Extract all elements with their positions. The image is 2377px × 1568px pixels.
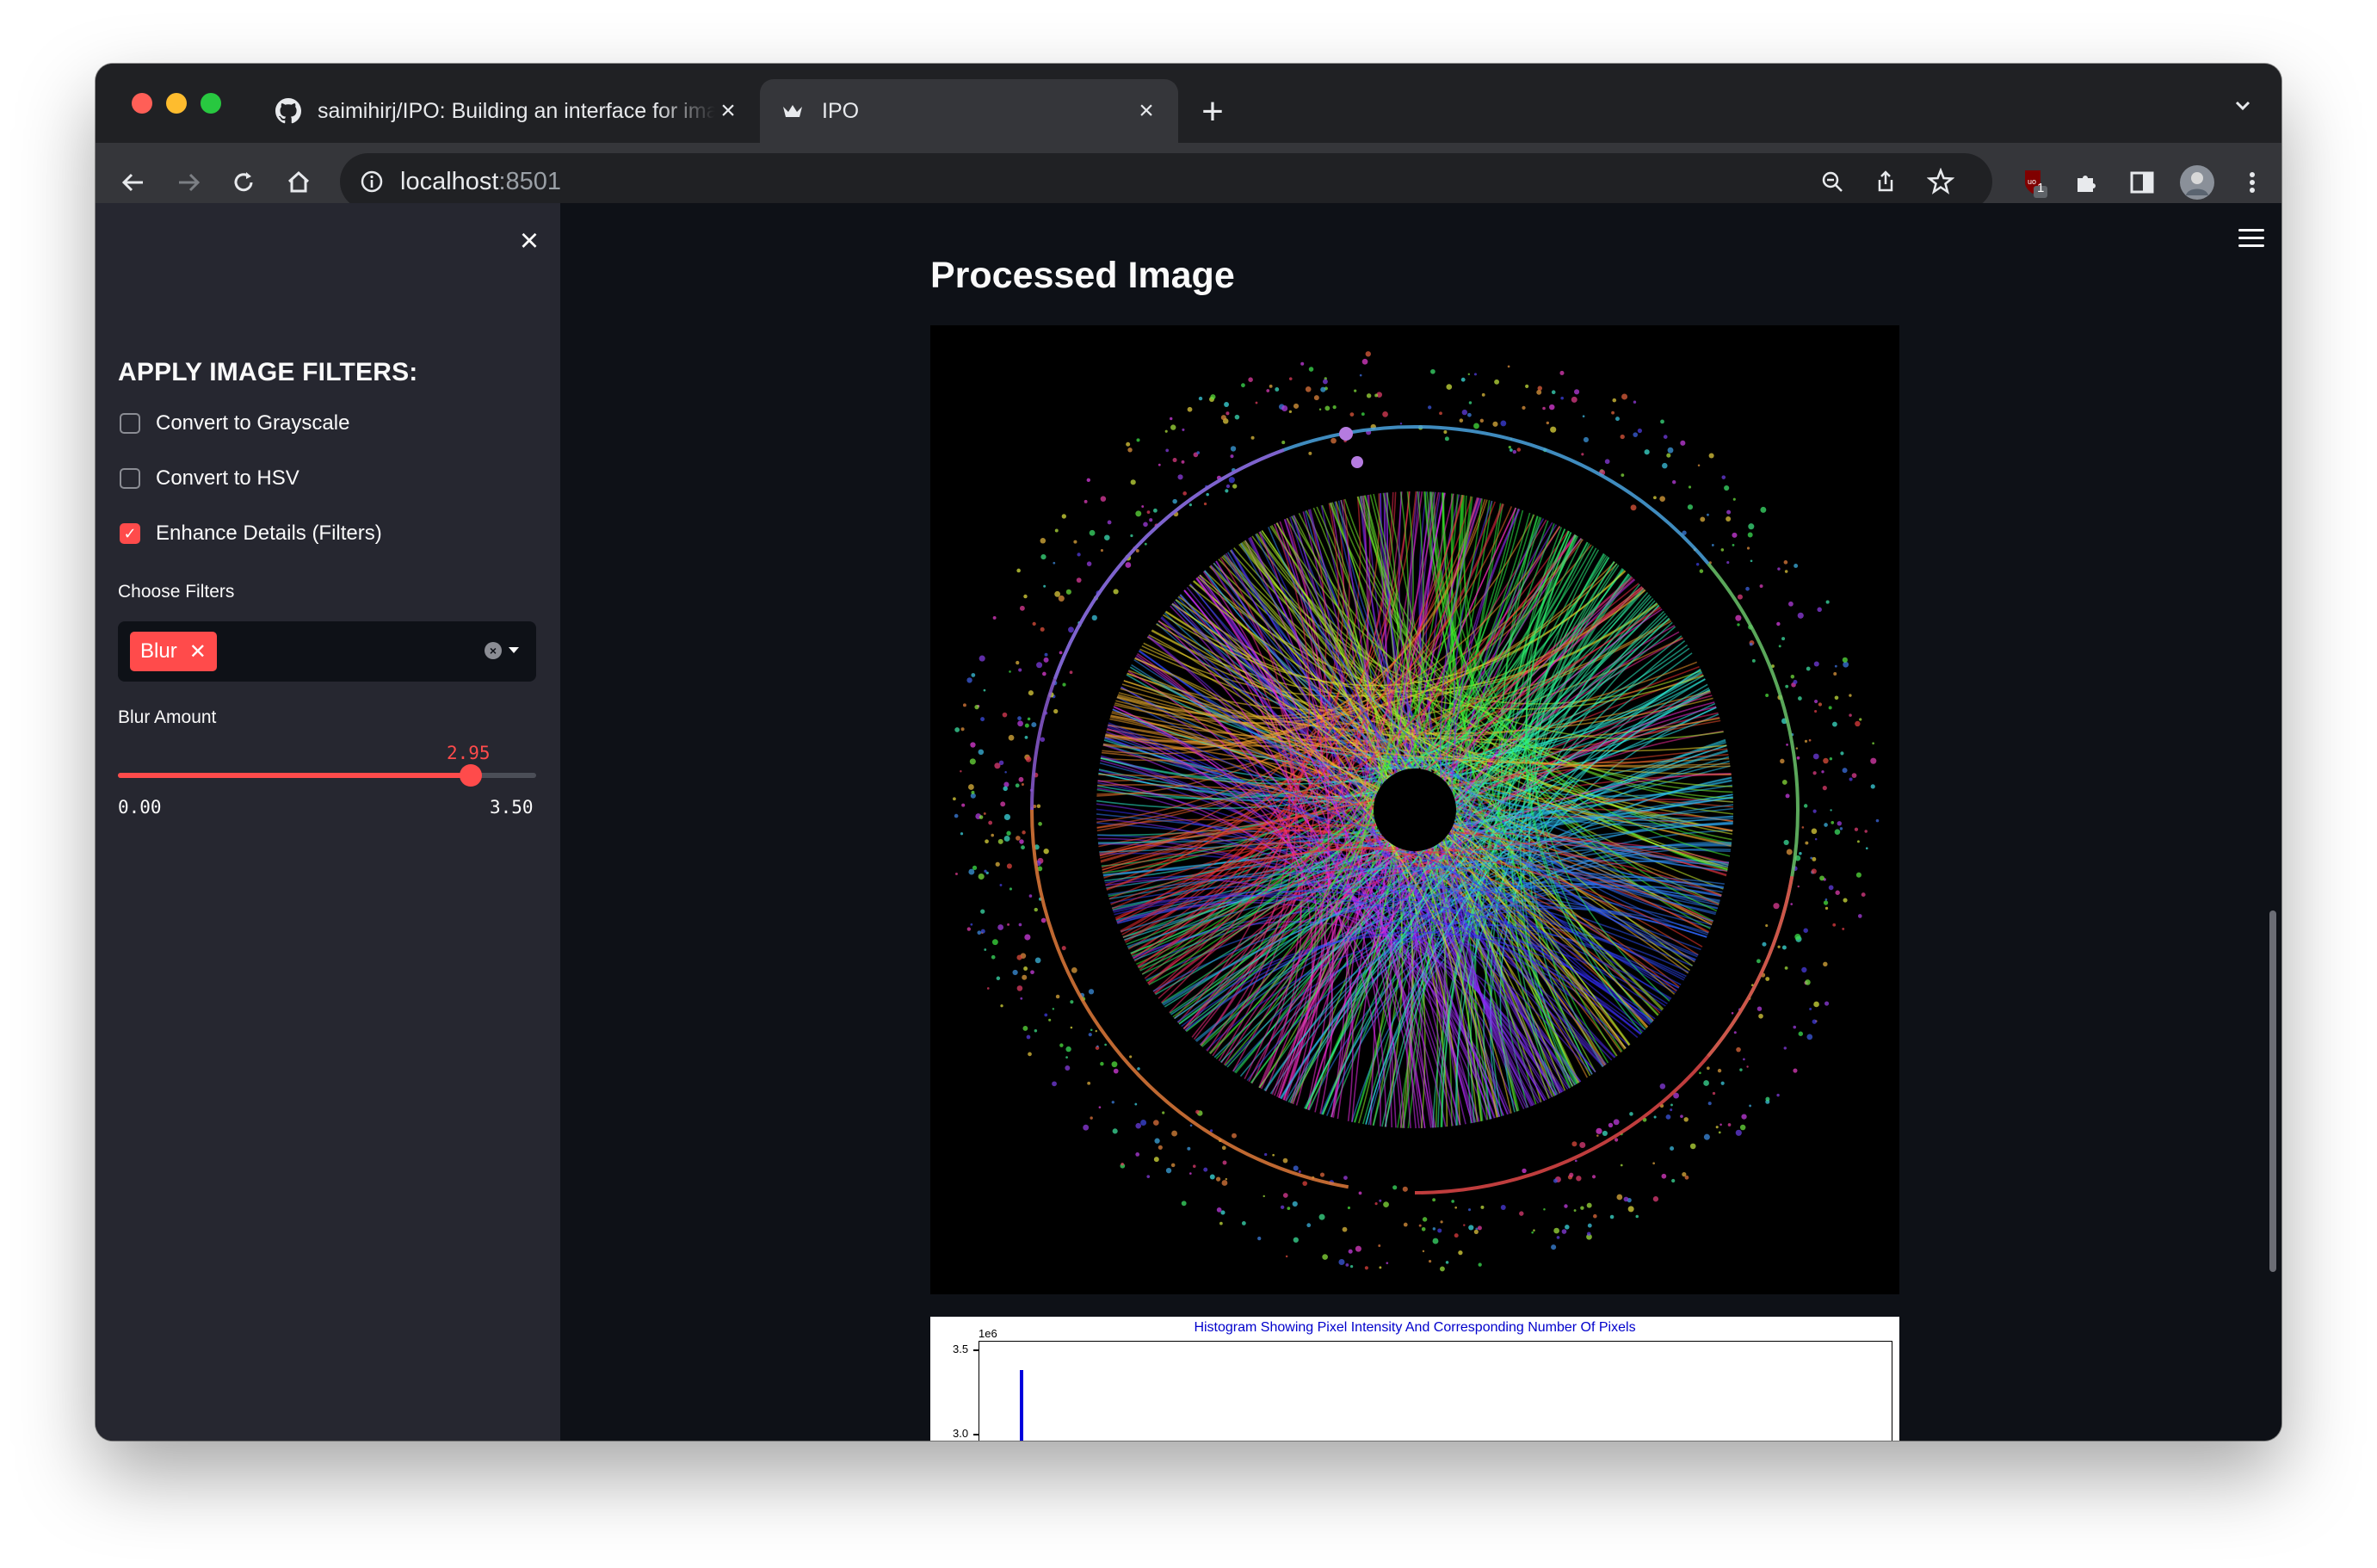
chevron-down-icon[interactable]: [2230, 93, 2256, 119]
histogram-axes: [979, 1341, 1892, 1441]
checkbox-hsv[interactable]: Convert to HSV: [120, 466, 299, 491]
checkbox-box[interactable]: [120, 413, 140, 434]
checkbox-label: Convert to HSV: [156, 466, 299, 490]
maximize-window-button[interactable]: [201, 93, 221, 114]
close-window-button[interactable]: [132, 93, 152, 114]
close-tab-icon[interactable]: ×: [1133, 96, 1159, 125]
ublock-extension-icon[interactable]: uo 1: [2011, 162, 2053, 203]
main-menu-icon[interactable]: [2238, 229, 2264, 251]
page-scrollbar[interactable]: [2269, 911, 2276, 1272]
blur-amount-label: Blur Amount: [118, 707, 217, 727]
dropdown-caret-icon[interactable]: [509, 647, 519, 653]
streamlit-crown-icon: [779, 97, 806, 125]
minimize-window-button[interactable]: [166, 93, 187, 114]
page-content: × APPLY IMAGE FILTERS: Convert to Graysc…: [96, 203, 2281, 1441]
side-panel-icon[interactable]: [2121, 162, 2163, 203]
remove-chip-icon[interactable]: ✕: [189, 639, 207, 664]
browser-window: saimihirj/IPO: Building an interface for…: [96, 64, 2281, 1441]
checkbox-box[interactable]: ✓: [120, 523, 140, 544]
extension-badge: 1: [2037, 181, 2045, 195]
new-tab-icon[interactable]: +: [1187, 86, 1238, 138]
home-icon[interactable]: [278, 162, 319, 203]
close-tab-icon[interactable]: ×: [715, 96, 741, 125]
slider-current-value: 2.95: [447, 743, 491, 763]
sidebar-heading: APPLY IMAGE FILTERS:: [118, 358, 418, 386]
filter-chip-blur: Blur ✕: [130, 632, 217, 671]
y-tick-label: 3.0: [953, 1427, 969, 1440]
y-tick-label: 3.5: [953, 1343, 969, 1355]
close-sidebar-icon[interactable]: ×: [512, 223, 546, 259]
tab-github[interactable]: saimihirj/IPO: Building an interface for…: [256, 79, 760, 143]
histogram-y-exponent: 1e6: [979, 1327, 997, 1340]
share-icon[interactable]: [1865, 161, 1906, 202]
slider-max-label: 3.50: [490, 797, 534, 818]
address-bar[interactable]: localhost:8501: [340, 153, 1992, 210]
bookmark-star-icon[interactable]: [1920, 161, 1961, 202]
url-host: localhost: [400, 167, 499, 195]
profile-avatar[interactable]: [2176, 162, 2218, 203]
checkbox-enhance-details[interactable]: ✓ Enhance Details (Filters): [120, 522, 382, 546]
histogram-chart: Histogram Showing Pixel Intensity And Co…: [930, 1317, 1899, 1441]
histogram-title: Histogram Showing Pixel Intensity And Co…: [1194, 1320, 1636, 1335]
histogram-bar: [1020, 1370, 1023, 1441]
svg-text:uo: uo: [2028, 177, 2036, 186]
github-icon: [275, 97, 302, 125]
zoom-icon[interactable]: [1812, 161, 1853, 202]
chip-label: Blur: [140, 639, 177, 663]
tab-title: saimihirj/IPO: Building an interface for…: [318, 98, 715, 123]
back-icon[interactable]: [113, 162, 154, 203]
choose-filters-label: Choose Filters: [118, 582, 235, 602]
checkbox-box[interactable]: [120, 468, 140, 489]
blur-slider-thumb[interactable]: [459, 764, 482, 787]
tab-title: IPO: [822, 98, 860, 123]
checkbox-grayscale[interactable]: Convert to Grayscale: [120, 411, 349, 435]
tab-strip: saimihirj/IPO: Building an interface for…: [96, 64, 2281, 143]
puzzle-extensions-icon[interactable]: [2066, 162, 2108, 203]
info-icon[interactable]: [359, 169, 385, 194]
processed-image: [930, 325, 1899, 1294]
filters-multiselect[interactable]: Blur ✕ ×: [118, 621, 536, 682]
clear-all-icon[interactable]: ×: [485, 642, 502, 659]
blur-slider-fill: [118, 773, 471, 778]
more-vert-icon[interactable]: [2232, 162, 2273, 203]
checkmark-icon: ✓: [123, 525, 137, 542]
sidebar: × APPLY IMAGE FILTERS: Convert to Graysc…: [96, 203, 560, 1441]
page-title: Processed Image: [930, 255, 1235, 296]
url-port: :8501: [498, 167, 562, 195]
tab-ipo[interactable]: IPO ×: [760, 79, 1178, 143]
slider-min-label: 0.00: [118, 797, 162, 818]
checkbox-label: Enhance Details (Filters): [156, 522, 382, 545]
checkbox-label: Convert to Grayscale: [156, 411, 350, 435]
reload-icon[interactable]: [223, 162, 264, 203]
blur-slider-track[interactable]: [118, 764, 536, 787]
forward-icon[interactable]: [168, 162, 209, 203]
